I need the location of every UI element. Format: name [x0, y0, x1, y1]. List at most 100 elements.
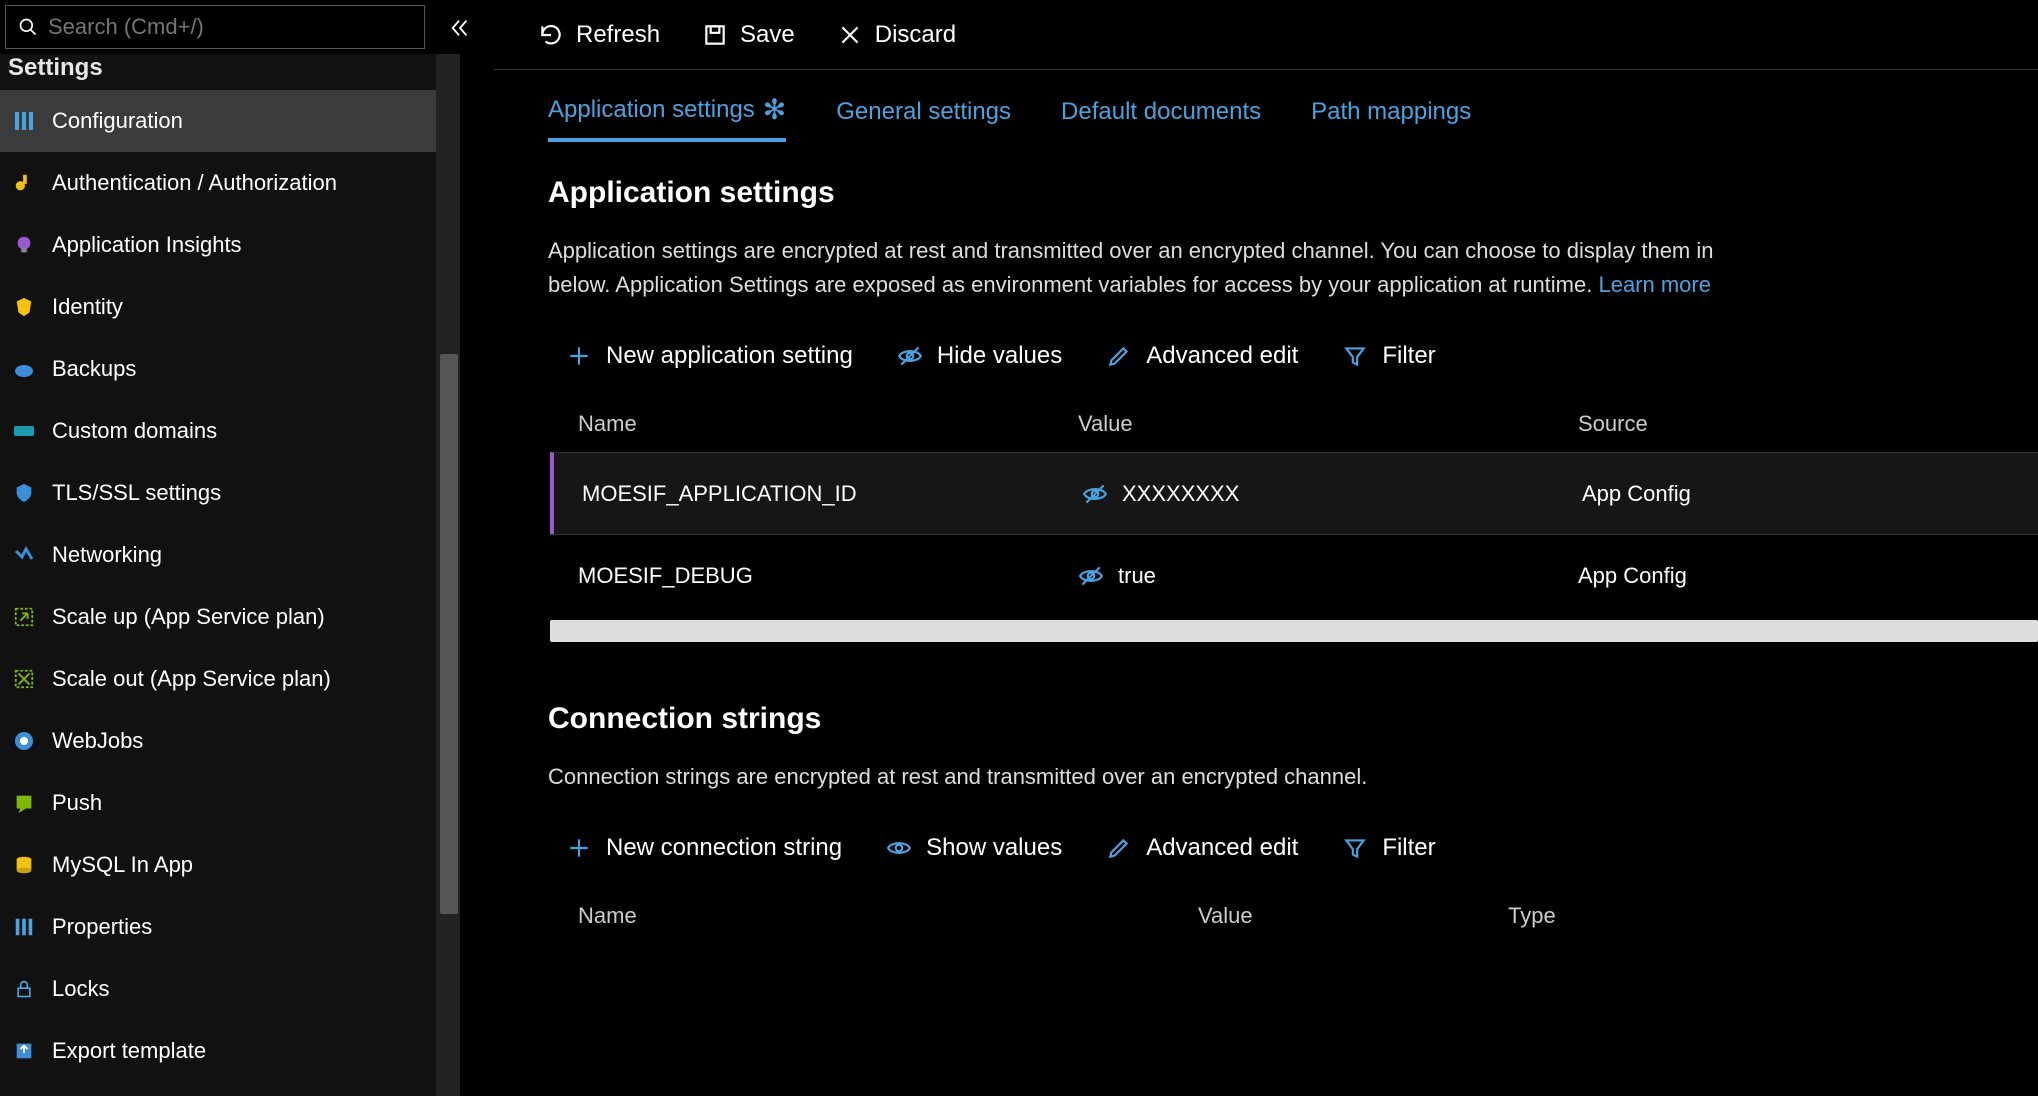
connection-strings-description: Connection strings are encrypted at rest…: [548, 760, 2038, 794]
sidebar-item-label: Configuration: [52, 108, 183, 134]
filter-button-cs[interactable]: Filter: [1342, 834, 1435, 862]
save-button[interactable]: Save: [702, 21, 795, 49]
cloud-icon: [10, 355, 38, 383]
advanced-edit-button[interactable]: Advanced edit: [1106, 342, 1298, 370]
horizontal-scrollbar[interactable]: [550, 620, 2038, 642]
action-label: New connection string: [606, 834, 842, 862]
text-fragment: Application settings are encrypted at re…: [548, 238, 1713, 263]
tab-path-mappings[interactable]: Path mappings: [1311, 96, 1471, 142]
close-icon: [837, 22, 863, 48]
scaleup-icon: [10, 603, 38, 631]
plus-icon: [566, 835, 592, 861]
sidebar-item-label: Authentication / Authorization: [52, 170, 337, 196]
sidebar-item-label: Export template: [52, 1038, 206, 1064]
toolbar: Refresh Save Discard: [494, 0, 2038, 70]
cell-value[interactable]: XXXXXXXX: [1082, 481, 1582, 507]
sidebar-item-label: WebJobs: [52, 728, 143, 754]
tab-general-settings[interactable]: General settings: [836, 96, 1011, 142]
new-connection-string-button[interactable]: New connection string: [566, 834, 842, 862]
eye-icon: [1082, 481, 1108, 507]
sidebar-item-webjobs[interactable]: WebJobs: [0, 710, 460, 772]
table-row[interactable]: MOESIF_APPLICATION_ID XXXXXXXX App Confi…: [550, 452, 2038, 534]
cell-value-text: XXXXXXXX: [1122, 481, 1239, 507]
webjobs-icon: [10, 727, 38, 755]
sidebar-item-push[interactable]: Push: [0, 772, 460, 834]
lock-icon: [10, 975, 38, 1003]
eye-hide-icon: [897, 343, 923, 369]
collapse-sidebar-button[interactable]: [440, 10, 480, 46]
connection-strings-table: Name Value Type Dep: [550, 888, 2038, 944]
search-icon: [18, 17, 38, 37]
chevron-double-left-icon: [449, 17, 471, 39]
connection-strings-heading: Connection strings: [548, 702, 2038, 736]
cell-source: App Config: [1582, 481, 1982, 507]
column-header-name[interactable]: Name: [578, 903, 1198, 929]
learn-more-link[interactable]: Learn more: [1598, 272, 1711, 297]
sidebar-item-label: TLS/SSL settings: [52, 480, 221, 506]
tab-bar: Application settings ✻ General settings …: [548, 96, 2038, 142]
sidebar-item-label: Scale out (App Service plan): [52, 666, 331, 692]
column-header-value[interactable]: Value: [1198, 903, 1508, 929]
table-header-row: Name Value Source: [550, 396, 2038, 452]
new-application-setting-button[interactable]: New application setting: [566, 342, 853, 370]
cell-value[interactable]: true: [1078, 563, 1578, 589]
sidebar-item-properties[interactable]: Properties: [0, 896, 460, 958]
sidebar-item-identity[interactable]: Identity: [0, 276, 460, 338]
column-header-value[interactable]: Value: [1078, 411, 1578, 437]
properties-icon: [10, 913, 38, 941]
sidebar-item-mysql[interactable]: MySQL In App: [0, 834, 460, 896]
column-header-source[interactable]: Source: [1578, 411, 1978, 437]
shield-icon: [10, 479, 38, 507]
discard-button[interactable]: Discard: [837, 21, 956, 49]
action-label: Advanced edit: [1146, 834, 1298, 862]
refresh-button[interactable]: Refresh: [538, 21, 660, 49]
sidebar-section-label: Settings: [0, 54, 460, 90]
tab-application-settings[interactable]: Application settings ✻: [548, 96, 786, 142]
main-content: Application settings ✻ General settings …: [494, 70, 2038, 1096]
sidebar-scrollbar[interactable]: [436, 54, 460, 1096]
plus-icon: [566, 343, 592, 369]
app-settings-table: Name Value Source MOESIF_APPLICATION_ID …: [550, 396, 2038, 642]
sidebar-scrollbar-thumb[interactable]: [440, 354, 458, 914]
sidebar-item-label: Application Insights: [52, 232, 242, 258]
export-icon: [10, 1037, 38, 1065]
hide-values-button[interactable]: Hide values: [897, 342, 1062, 370]
sidebar-item-scale-out[interactable]: Scale out (App Service plan): [0, 648, 460, 710]
sidebar-item-insights[interactable]: Application Insights: [0, 214, 460, 276]
sliders-icon: [10, 107, 38, 135]
pencil-icon: [1106, 343, 1132, 369]
sidebar-item-label: Networking: [52, 542, 162, 568]
show-values-button[interactable]: Show values: [886, 834, 1062, 862]
table-row[interactable]: MOESIF_DEBUG true App Config: [550, 534, 2038, 616]
action-label: New application setting: [606, 342, 853, 370]
table-header-row: Name Value Type Dep: [550, 888, 2038, 944]
sidebar-item-scale-up[interactable]: Scale up (App Service plan): [0, 586, 460, 648]
sidebar-item-label: Locks: [52, 976, 109, 1002]
filter-icon: [1342, 343, 1368, 369]
column-header-type[interactable]: Type: [1508, 903, 2038, 929]
filter-button[interactable]: Filter: [1342, 342, 1435, 370]
search-input[interactable]: [38, 14, 412, 40]
key-icon: [10, 169, 38, 197]
sidebar-item-locks[interactable]: Locks: [0, 958, 460, 1020]
sidebar-item-export-template[interactable]: Export template: [0, 1020, 460, 1082]
tab-default-documents[interactable]: Default documents: [1061, 96, 1261, 142]
sidebar-item-label: Scale up (App Service plan): [52, 604, 325, 630]
refresh-icon: [538, 22, 564, 48]
action-label: Advanced edit: [1146, 342, 1298, 370]
cell-value-text: true: [1118, 563, 1156, 589]
filter-icon: [1342, 835, 1368, 861]
sidebar-item-configuration[interactable]: Configuration: [0, 90, 460, 152]
text-fragment: below. Application Settings are exposed …: [548, 272, 1598, 297]
advanced-edit-button-cs[interactable]: Advanced edit: [1106, 834, 1298, 862]
cell-name: MOESIF_DEBUG: [578, 563, 1078, 589]
tab-label: Application settings: [548, 96, 755, 124]
sidebar-item-custom-domains[interactable]: Custom domains: [0, 400, 460, 462]
sidebar: Settings Configuration Authentication / …: [0, 54, 460, 1096]
column-header-name[interactable]: Name: [578, 411, 1078, 437]
sidebar-item-tls-ssl[interactable]: TLS/SSL settings: [0, 462, 460, 524]
sidebar-item-authentication[interactable]: Authentication / Authorization: [0, 152, 460, 214]
sidebar-item-backups[interactable]: Backups: [0, 338, 460, 400]
search-bar[interactable]: [5, 5, 425, 49]
sidebar-item-networking[interactable]: Networking: [0, 524, 460, 586]
